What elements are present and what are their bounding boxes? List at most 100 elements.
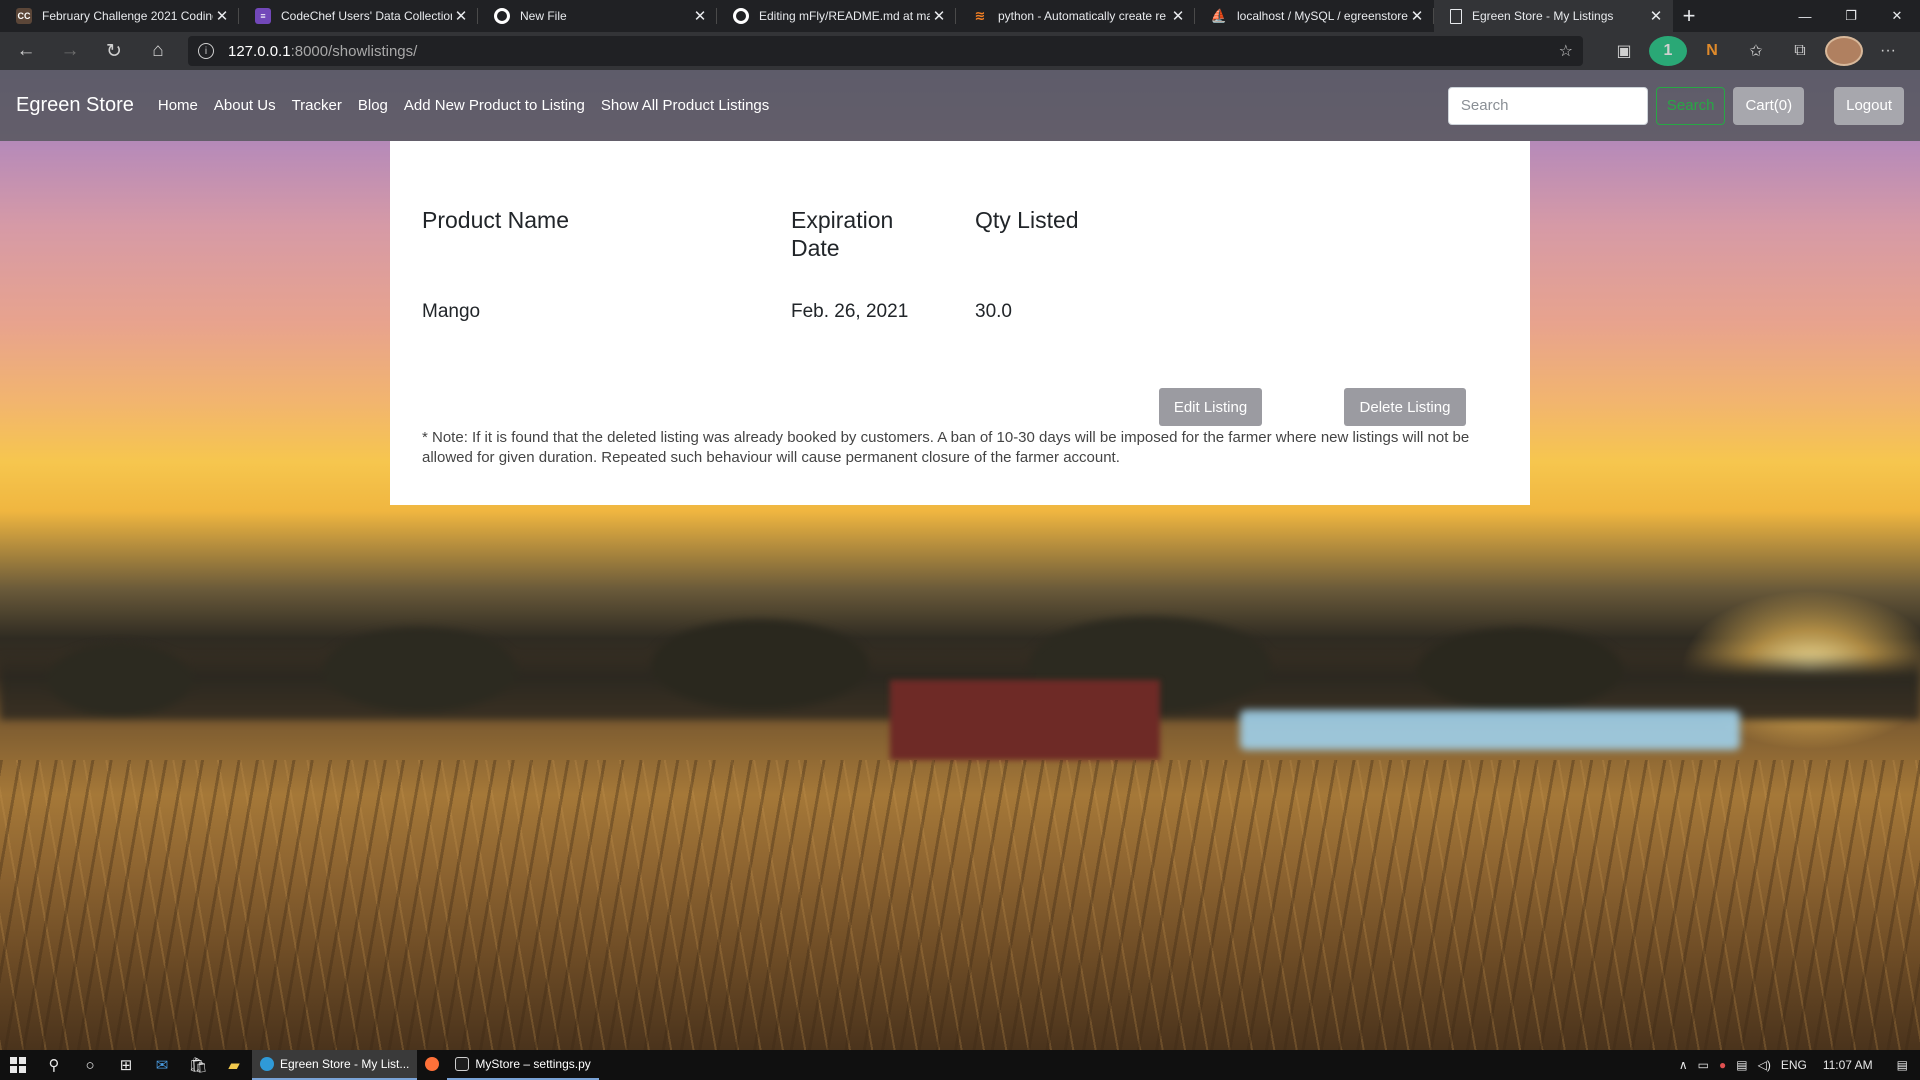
page-viewport: Egreen Store Home About Us Tracker Blog … (0, 70, 1920, 1050)
browser-toolbar: ← → ↻ ⌂ i 127.0.0.1:8000/showlistings/ ☆… (0, 32, 1920, 70)
close-icon[interactable]: ✕ (1647, 7, 1665, 25)
close-icon[interactable]: ✕ (452, 7, 470, 25)
browser-tab[interactable]: ⛵ localhost / MySQL / egreenstore ✕ (1195, 0, 1434, 32)
tab-title: localhost / MySQL / egreenstore (1237, 9, 1408, 23)
close-icon[interactable]: ✕ (1169, 7, 1187, 25)
stackoverflow-icon: ≋ (974, 8, 986, 23)
home-icon[interactable]: ⌂ (140, 36, 176, 66)
phpmyadmin-icon: ⛵ (1210, 8, 1228, 23)
taskbar-app-pycharm[interactable]: MyStore – settings.py (447, 1050, 599, 1080)
nav-link-about-us[interactable]: About Us (214, 97, 276, 114)
browser-tab-active[interactable]: Egreen Store - My Listings ✕ (1434, 0, 1673, 32)
github-icon (733, 8, 749, 24)
page-icon (1450, 8, 1462, 24)
browser-extensions: ▣ 1 N ✩ ⧉ ··· (1605, 36, 1907, 66)
chevron-up-icon[interactable]: ∧ (1679, 1058, 1688, 1072)
collections-icon[interactable]: ⧉ (1781, 36, 1819, 66)
clock[interactable]: 11:07 AM (1823, 1058, 1873, 1072)
network-warning-icon[interactable]: ● (1719, 1058, 1726, 1072)
firefox-icon (425, 1057, 440, 1071)
site-navbar: Egreen Store Home About Us Tracker Blog … (0, 70, 1920, 141)
minimize-icon[interactable]: — (1782, 0, 1828, 32)
file-explorer-icon[interactable]: ▰ (216, 1050, 252, 1080)
noscript-extension-icon[interactable]: N (1693, 36, 1731, 66)
tab-title: New File (520, 9, 567, 23)
nav-link-tracker[interactable]: Tracker (292, 97, 342, 114)
back-icon[interactable]: ← (8, 36, 44, 66)
network-icon[interactable]: ▤ (1736, 1058, 1747, 1072)
pycharm-icon (455, 1057, 470, 1071)
extension-badge: 1 (1649, 36, 1687, 66)
extension-icon[interactable]: 1 (1649, 36, 1687, 66)
github-icon (494, 8, 510, 24)
address-bar[interactable]: i 127.0.0.1:8000/showlistings/ ☆ (188, 36, 1583, 66)
nav-link-add-product[interactable]: Add New Product to Listing (404, 97, 585, 114)
browser-tab[interactable]: CC February Challenge 2021 Coding ✕ (0, 0, 239, 32)
close-icon[interactable]: ✕ (1408, 7, 1426, 25)
cortana-icon[interactable]: ○ (72, 1050, 108, 1080)
listings-card: Product Name Expiration Date Qty Listed … (390, 141, 1530, 505)
task-view-icon[interactable]: ⊞ (108, 1050, 144, 1080)
cell-qty-listed: 30.0 (975, 301, 1012, 322)
search-input[interactable] (1447, 86, 1648, 125)
window-controls: — ❐ ✕ (1782, 0, 1920, 32)
search-icon[interactable]: ⚲ (36, 1050, 72, 1080)
new-tab-button[interactable]: + (1673, 0, 1705, 32)
forms-icon: ≡ (255, 8, 271, 24)
browser-tab-strip: CC February Challenge 2021 Coding ✕ ≡ Co… (0, 0, 1920, 32)
brand-logo[interactable]: Egreen Store (16, 94, 134, 117)
camera-extension-icon[interactable]: ▣ (1605, 36, 1643, 66)
restore-icon[interactable]: ❐ (1828, 0, 1874, 32)
browser-tab[interactable]: New File ✕ (478, 0, 717, 32)
close-icon[interactable]: ✕ (691, 7, 709, 25)
language-indicator[interactable]: ENG (1781, 1058, 1807, 1072)
background-barn (890, 680, 1160, 760)
tab-title: CodeChef Users' Data Collection (281, 9, 452, 23)
tab-title: February Challenge 2021 Coding (42, 9, 213, 23)
close-window-icon[interactable]: ✕ (1874, 0, 1920, 32)
windows-taskbar: ⚲ ○ ⊞ ✉ 🛍 ▰ Egreen Store - My List... My… (0, 1050, 1920, 1080)
codechef-icon: CC (16, 8, 32, 24)
volume-icon[interactable]: ◁) (1758, 1058, 1771, 1072)
header-expiration-date: Expiration Date (791, 207, 894, 261)
close-icon[interactable]: ✕ (930, 7, 948, 25)
cell-product-name: Mango (422, 301, 481, 322)
taskbar-app-edge[interactable]: Egreen Store - My List... (252, 1050, 418, 1080)
deletion-note: * Note: If it is found that the deleted … (422, 429, 1470, 466)
search-button[interactable]: Search (1655, 86, 1726, 125)
browser-tab[interactable]: ≋ python - Automatically create re ✕ (956, 0, 1195, 32)
mail-icon[interactable]: ✉ (144, 1050, 180, 1080)
close-icon[interactable]: ✕ (213, 7, 231, 25)
browser-tab[interactable]: ≡ CodeChef Users' Data Collection ✕ (239, 0, 478, 32)
url-host: 127.0.0.1 (228, 42, 291, 60)
taskbar-app-firefox[interactable] (417, 1050, 447, 1080)
delete-listing-button[interactable]: Delete Listing (1344, 388, 1466, 426)
profile-avatar[interactable] (1825, 36, 1863, 66)
nav-link-blog[interactable]: Blog (358, 97, 388, 114)
device-icon[interactable]: ▭ (1698, 1058, 1709, 1072)
header-qty-listed: Qty Listed (975, 207, 1079, 233)
more-menu-icon[interactable]: ··· (1869, 36, 1907, 66)
tab-title: python - Automatically create re (998, 9, 1167, 23)
background-water (1240, 710, 1740, 750)
add-favorite-icon[interactable]: ☆ (1559, 41, 1573, 61)
edit-listing-button[interactable]: Edit Listing (1159, 388, 1262, 426)
edge-icon (260, 1057, 274, 1071)
cell-expiration-date: Feb. 26, 2021 (791, 301, 909, 322)
browser-tab[interactable]: Editing mFly/README.md at ma ✕ (717, 0, 956, 32)
nav-link-show-listings[interactable]: Show All Product Listings (601, 97, 769, 114)
notifications-icon[interactable]: ▤ (1897, 1058, 1908, 1072)
cart-button[interactable]: Cart(0) (1733, 86, 1805, 125)
logout-button[interactable]: Logout (1834, 86, 1904, 125)
tab-title: Egreen Store - My Listings (1472, 9, 1614, 23)
refresh-icon[interactable]: ↻ (96, 36, 132, 66)
taskbar-app-title: MyStore – settings.py (475, 1057, 591, 1071)
site-info-icon[interactable]: i (198, 43, 214, 59)
favorites-icon[interactable]: ✩ (1737, 36, 1775, 66)
start-icon[interactable] (0, 1050, 36, 1080)
store-icon[interactable]: 🛍 (180, 1050, 216, 1080)
nav-link-home[interactable]: Home (158, 97, 198, 114)
taskbar-app-title: Egreen Store - My List... (280, 1057, 410, 1071)
forward-icon[interactable]: → (52, 36, 88, 66)
header-product-name: Product Name (422, 207, 570, 233)
